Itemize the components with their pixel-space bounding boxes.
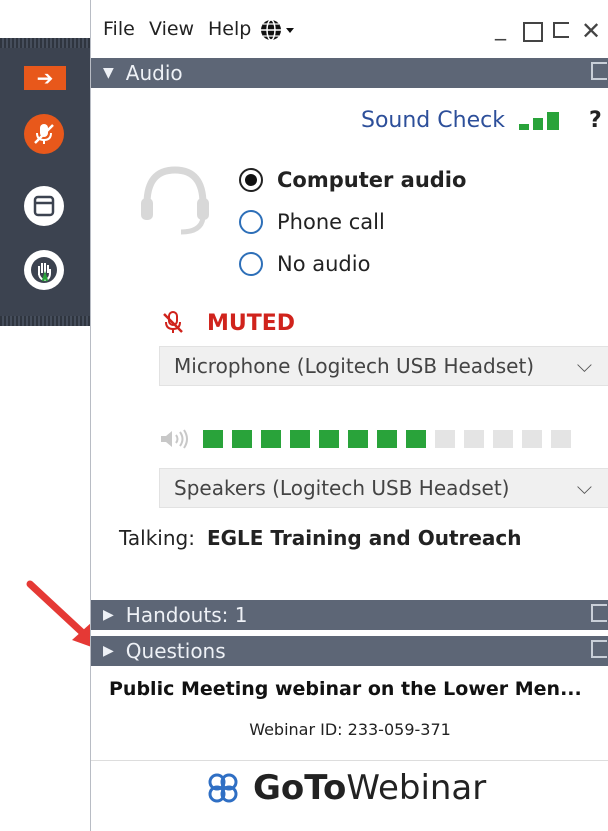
audio-section-title: Audio: [125, 61, 183, 85]
globe-icon: [261, 19, 294, 41]
speakers-select[interactable]: Speakers (Logitech USB Headset) ⌵: [159, 468, 608, 508]
level-segment: [261, 430, 281, 448]
chevron-down-icon: ⌵: [576, 353, 592, 377]
brand-go: GoTo: [253, 768, 347, 808]
handouts-section-title: Handouts: 1: [125, 603, 248, 627]
level-segment: [319, 430, 339, 448]
option-phone-call[interactable]: Phone call: [239, 210, 385, 234]
gotowebinar-control-panel: File View Help _ ✕ ▼ Audio Sound Check ?…: [90, 0, 608, 831]
radio-computer-audio[interactable]: [239, 168, 263, 192]
window-icon: [33, 195, 55, 217]
collapse-arrow-button[interactable]: ➔: [24, 66, 66, 90]
option-no-audio-label: No audio: [277, 252, 371, 276]
webinar-id: Webinar ID: 233-059-371: [249, 720, 451, 739]
close-icon: ✕: [581, 17, 602, 45]
raise-hand-icon: [31, 257, 57, 283]
option-phone-call-label: Phone call: [277, 210, 385, 234]
menu-bar: File View Help _ ✕: [91, 8, 608, 54]
mute-status: MUTED: [161, 310, 295, 336]
speakers-value: Speakers (Logitech USB Headset): [174, 476, 510, 500]
raise-hand-button[interactable]: [24, 250, 64, 290]
language-globe-button[interactable]: [259, 18, 299, 46]
level-segment: [493, 430, 513, 448]
gotowebinar-logo-icon: [208, 773, 238, 803]
audio-section-header[interactable]: ▼ Audio: [91, 58, 608, 88]
popout-button[interactable]: [553, 22, 569, 38]
level-segment: [232, 430, 252, 448]
level-segment: [551, 430, 571, 448]
minimize-button[interactable]: _: [495, 16, 506, 41]
brand-webinar: Webinar: [346, 768, 487, 808]
signal-strength-icon: [519, 110, 569, 130]
control-panel-strip: ➔: [0, 38, 90, 326]
headset-icon: [141, 166, 209, 235]
microphone-value: Microphone (Logitech USB Headset): [174, 354, 535, 378]
chevron-down-icon: ⌵: [576, 475, 592, 499]
expand-triangle-icon: ▶: [103, 607, 114, 623]
microphone-select[interactable]: Microphone (Logitech USB Headset) ⌵: [159, 346, 608, 386]
muted-label: MUTED: [207, 310, 296, 336]
webinar-title: Public Meeting webinar on the Lower Men.…: [109, 678, 582, 700]
questions-section-title: Questions: [125, 639, 226, 663]
talking-label: Talking:: [119, 526, 195, 550]
grab-tab-top[interactable]: [0, 38, 90, 48]
mic-mute-button[interactable]: [24, 114, 64, 154]
option-computer-audio-label: Computer audio: [277, 168, 467, 192]
minimize-icon: _: [495, 16, 506, 41]
maximize-button[interactable]: [523, 22, 543, 42]
questions-section-header[interactable]: ▶ Questions: [91, 636, 608, 666]
talking-name: EGLE Training and Outreach: [206, 526, 522, 550]
speaker-icon: [161, 429, 188, 449]
gotowebinar-logo: GoTo Webinar: [203, 768, 486, 808]
popout-icon[interactable]: [591, 640, 607, 658]
option-no-audio[interactable]: No audio: [239, 252, 370, 276]
right-arrow-icon: ➔: [36, 66, 54, 90]
collapse-triangle-icon: ▼: [103, 65, 114, 81]
muted-mic-icon: [163, 311, 183, 333]
handouts-section-header[interactable]: ▶ Handouts: 1: [91, 600, 608, 630]
help-question-button[interactable]: ?: [589, 108, 602, 133]
divider: [91, 760, 608, 761]
level-segment: [435, 430, 455, 448]
level-segment: [290, 430, 310, 448]
level-segment: [348, 430, 368, 448]
popout-icon[interactable]: [591, 604, 607, 622]
speaker-level-meter: [203, 426, 583, 450]
muted-mic-icon: [34, 124, 54, 144]
menu-help[interactable]: Help: [208, 18, 251, 40]
level-segment: [203, 430, 223, 448]
grab-tab-bottom[interactable]: [0, 316, 90, 326]
level-segment: [406, 430, 426, 448]
menu-file[interactable]: File: [103, 18, 135, 40]
talking-indicator: Talking: EGLE Training and Outreach: [119, 526, 522, 550]
popout-icon[interactable]: [591, 62, 607, 80]
radio-phone-call[interactable]: [239, 210, 263, 234]
screen-view-button[interactable]: [24, 186, 64, 226]
sound-check-link[interactable]: Sound Check: [361, 108, 505, 133]
option-computer-audio[interactable]: Computer audio: [239, 168, 466, 192]
close-button[interactable]: ✕: [581, 17, 601, 45]
level-segment: [464, 430, 484, 448]
menu-view[interactable]: View: [149, 18, 194, 40]
radio-no-audio[interactable]: [239, 252, 263, 276]
expand-triangle-icon: ▶: [103, 643, 114, 659]
level-segment: [377, 430, 397, 448]
level-segment: [522, 430, 542, 448]
